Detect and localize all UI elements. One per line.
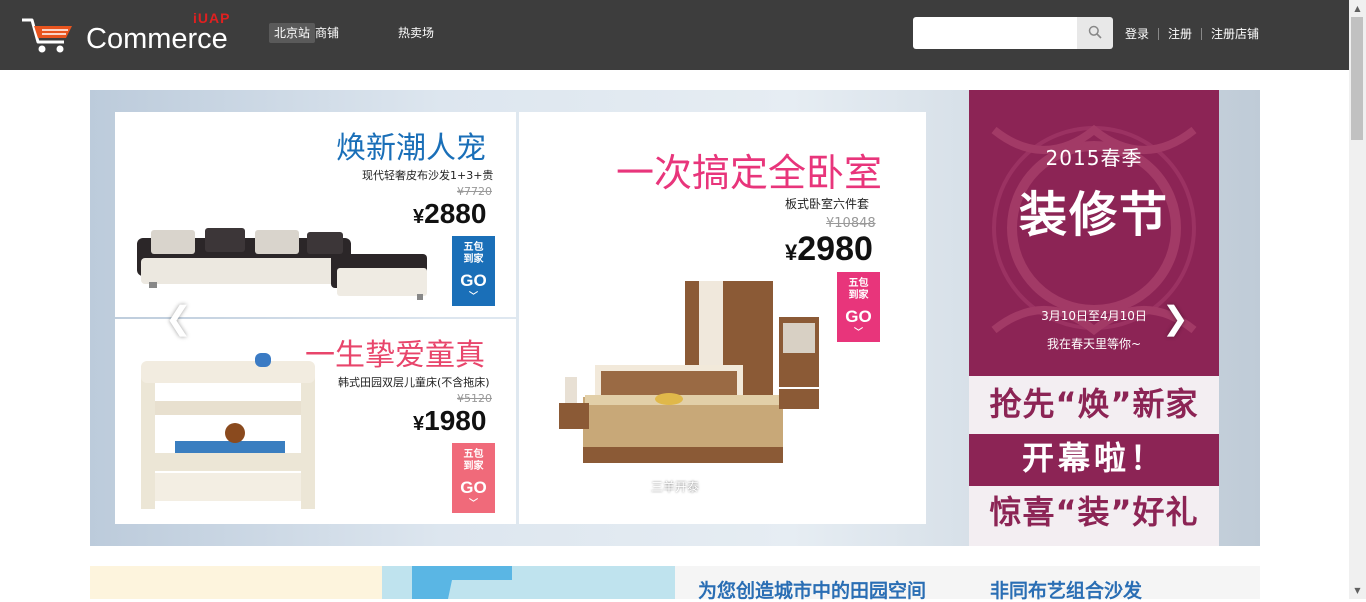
slogan-line-3: 惊喜“装”好礼 [989, 493, 1199, 531]
account-links: 登录 注册 注册店铺 [1125, 26, 1259, 42]
sofa-ad-card[interactable]: 焕新潮人宠 现代轻奢皮布沙发1+3+贵 ¥7720 ¥2880 五包 到家 GO … [115, 112, 516, 317]
go-tag[interactable]: 五包 到家 GO ﹀ [837, 272, 880, 342]
promo-graphic [412, 566, 512, 599]
bedroom-set-ad-card[interactable]: 一次搞定全卧室 板式卧室六件套 ¥10848 ¥2980 五包 到家 GO ﹀ [519, 112, 926, 524]
promo-year: 2015春季 [1045, 146, 1143, 170]
promo-slogans: 抢先“焕”新家 开幕啦！ 惊喜“装”好礼 [969, 376, 1219, 546]
shopping-cart-logo-icon[interactable] [20, 14, 76, 56]
nav-shops-link[interactable]: 商铺 [315, 25, 339, 41]
logo-wordmark[interactable]: Commerce [86, 22, 228, 56]
scroll-down-arrow-icon[interactable]: ▼ [1349, 582, 1366, 599]
go-tag[interactable]: 五包 到家 GO ﹀ [452, 443, 495, 513]
divider [1158, 28, 1160, 40]
sofa-image [137, 228, 427, 300]
ad-title: 一次搞定全卧室 [616, 151, 883, 195]
chevron-down-icon: ﹀ [853, 328, 863, 338]
top-header: iUAP Commerce 北京站 商铺 热卖场 登录 注册 注册店铺 [0, 0, 1349, 70]
slogan-line-2: 开幕啦！ [1021, 439, 1166, 477]
ad-old-price: ¥10848 [826, 216, 876, 231]
scroll-up-arrow-icon[interactable]: ▲ [1349, 0, 1366, 17]
search-icon [1088, 24, 1102, 43]
chevron-left-icon: ❮ [165, 299, 192, 337]
bunk-bed-ad-card[interactable]: 一生挚爱童真 韩式田园双层儿童床(不含拖床) ¥5120 ¥1980 五包 到家 … [115, 319, 516, 524]
bunk-bed-image [141, 353, 315, 509]
ad-subtitle: 现代轻奢皮布沙发1+3+贵 [362, 169, 494, 182]
promo-festival-title: 装修节 [1018, 187, 1169, 243]
ad-price: ¥1980 [413, 405, 487, 436]
search-input[interactable] [913, 17, 1077, 49]
ad-old-price: ¥5120 [457, 392, 492, 405]
promo-tile-2[interactable] [382, 566, 675, 599]
carousel-caption: 三羊开泰 [651, 480, 700, 494]
bedroom-image [559, 281, 819, 463]
banner-carousel[interactable]: 焕新潮人宠 现代轻奢皮布沙发1+3+贵 ¥7720 ¥2880 五包 到家 GO … [90, 90, 1260, 546]
ad-price: ¥2980 [785, 230, 873, 268]
ad-subtitle: 板式卧室六件套 [785, 197, 870, 211]
chevron-right-icon: ❯ [1162, 299, 1189, 337]
promo-tagline: 我在春天里等你~ [1046, 337, 1142, 351]
scroll-thumb[interactable] [1351, 17, 1363, 140]
ad-title: 焕新潮人宠 [336, 131, 486, 166]
promo-tile-3[interactable]: 为您创造城市中的田园空间 非同布艺组合沙发 [675, 566, 1260, 602]
register-shop-link[interactable]: 注册店铺 [1211, 26, 1259, 42]
carousel-prev-button[interactable]: ❮ [165, 302, 192, 334]
vertical-scrollbar[interactable]: ▲ ▼ [1349, 0, 1366, 599]
promo-tile-1[interactable] [90, 566, 382, 599]
register-link[interactable]: 注册 [1168, 26, 1192, 42]
slogan-line-1: 抢先“焕”新家 [989, 385, 1199, 423]
search-button[interactable] [1077, 17, 1113, 49]
city-selector[interactable]: 北京站 [269, 23, 316, 43]
chevron-down-icon: ﹀ [468, 499, 478, 509]
login-link[interactable]: 登录 [1125, 26, 1149, 42]
ad-price: ¥2880 [413, 198, 487, 229]
ad-subtitle: 韩式田园双层儿童床(不含拖床) [338, 376, 490, 389]
carousel-next-button[interactable]: ❯ [1162, 302, 1189, 334]
chevron-down-icon: ﹀ [468, 292, 478, 302]
ad-old-price: ¥7720 [457, 185, 492, 198]
divider [1201, 28, 1203, 40]
nav-hot-sale-link[interactable]: 热卖场 [398, 25, 434, 41]
go-tag[interactable]: 五包 到家 GO ﹀ [452, 236, 495, 306]
ad-title: 一生挚爱童真 [305, 338, 485, 373]
